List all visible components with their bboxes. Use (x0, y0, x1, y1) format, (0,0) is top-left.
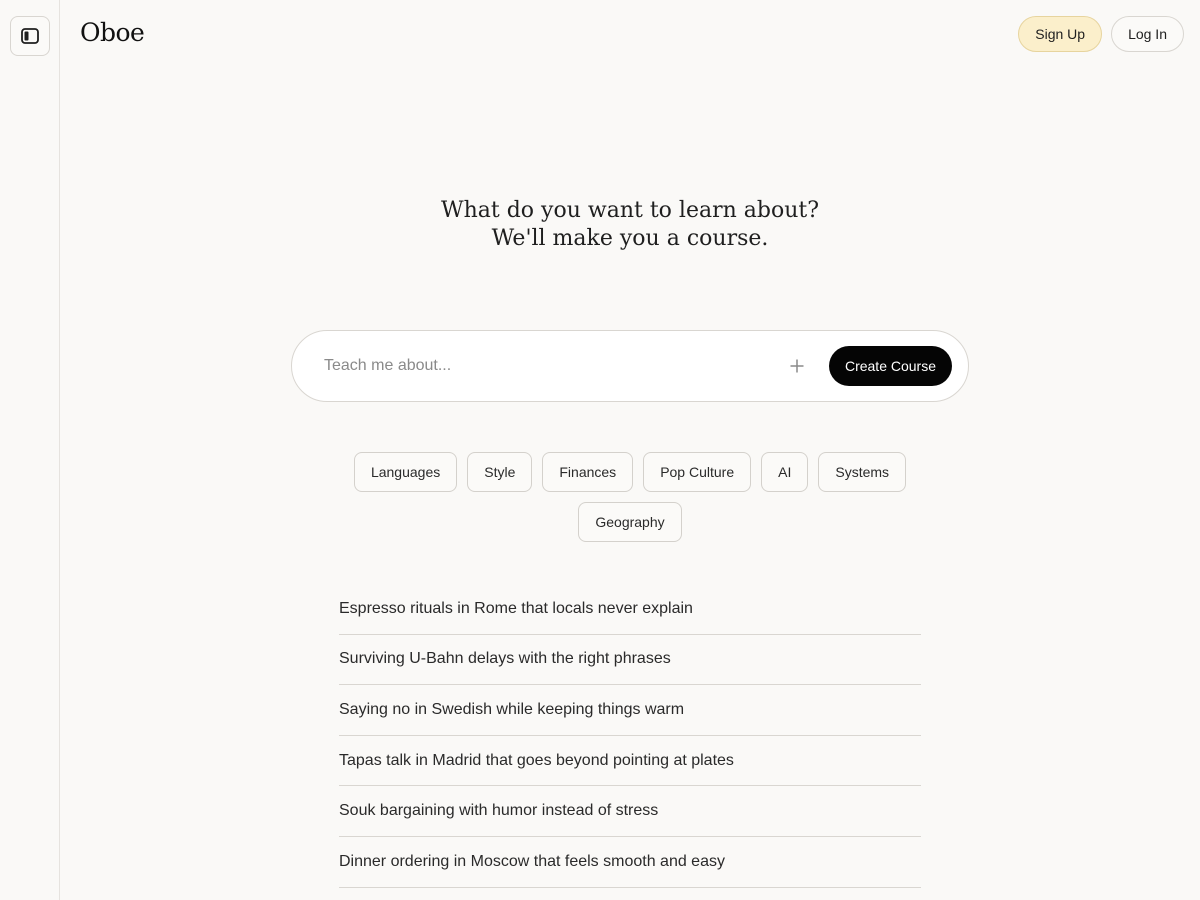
log-in-button[interactable]: Log In (1111, 16, 1184, 52)
hero-line-2: We'll make you a course. (491, 226, 769, 251)
header-actions: Sign Up Log In (1018, 16, 1184, 52)
sign-up-button[interactable]: Sign Up (1018, 16, 1103, 52)
category-chip[interactable]: Style (467, 452, 533, 492)
hero-heading: What do you want to learn about? We'll m… (60, 197, 1200, 253)
category-chip[interactable]: Pop Culture (643, 452, 752, 492)
sidebar-toggle-button[interactable] (10, 16, 50, 56)
suggestion-item[interactable]: Saying no in Swedish while keeping thing… (339, 685, 921, 736)
suggestion-item[interactable]: Souk bargaining with humor instead of st… (339, 786, 921, 837)
category-chip[interactable]: Geography (578, 502, 682, 542)
category-chip[interactable]: Languages (353, 452, 458, 492)
suggestion-item[interactable]: Tapas talk in Madrid that goes beyond po… (339, 736, 921, 787)
category-chips: Languages Style Finances Pop Culture AI Syste… (344, 452, 916, 542)
sidebar (0, 0, 60, 900)
suggestion-list: Espresso rituals in Rome that locals nev… (339, 584, 921, 888)
logo[interactable]: Oboe (80, 18, 145, 47)
hero-line-1: What do you want to learn about? (440, 198, 820, 223)
search-bar: Create Course (291, 330, 969, 402)
add-attachment-button[interactable] (785, 354, 809, 378)
category-chip[interactable]: Systems (818, 452, 907, 492)
category-chip[interactable]: AI (761, 452, 809, 492)
category-chip[interactable]: Finances (542, 452, 634, 492)
sidebar-panel-icon (21, 28, 39, 44)
suggestion-item[interactable]: Dinner ordering in Moscow that feels smo… (339, 837, 921, 888)
create-course-button[interactable]: Create Course (828, 346, 952, 386)
suggestion-item[interactable]: Espresso rituals in Rome that locals nev… (339, 584, 921, 635)
search-input[interactable] (324, 346, 785, 386)
suggestion-item[interactable]: Surviving U-Bahn delays with the right p… (339, 635, 921, 686)
plus-icon (790, 359, 804, 373)
